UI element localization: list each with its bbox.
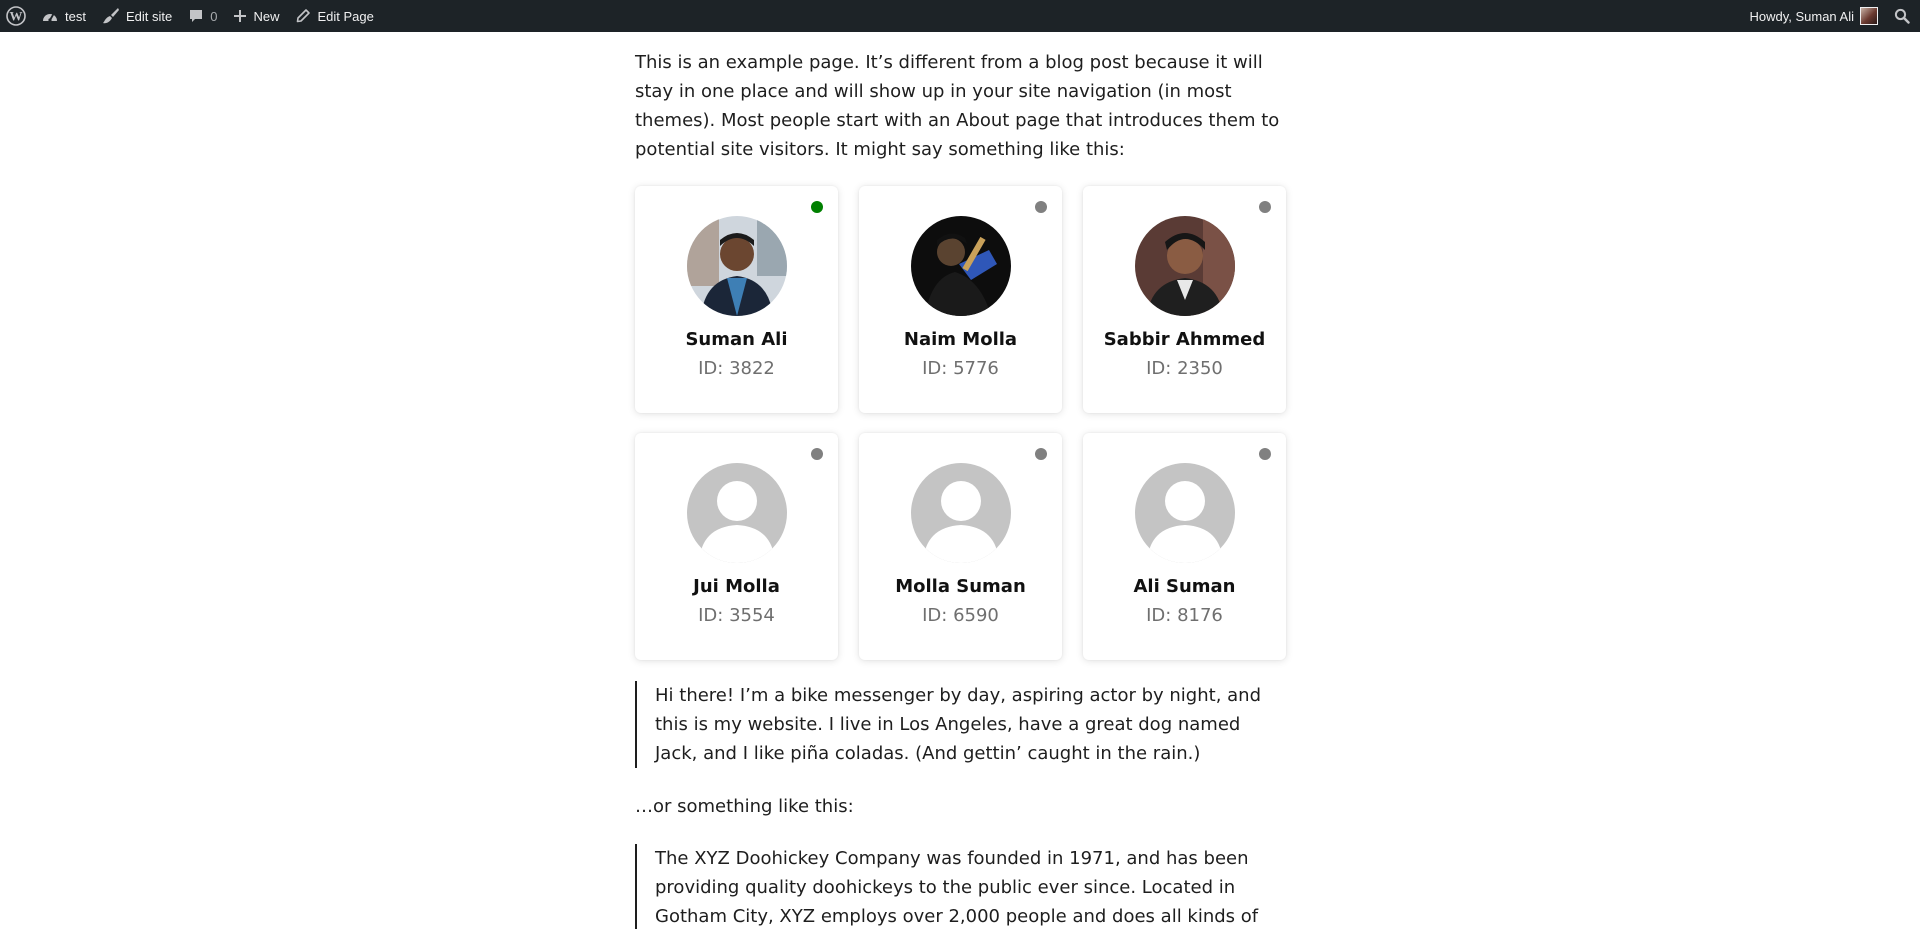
comments-button[interactable]: 0: [180, 0, 225, 32]
brush-icon: [102, 8, 119, 24]
user-id: ID: 2350: [1146, 358, 1223, 379]
intro-paragraph: This is an example page. It’s different …: [635, 52, 1280, 160]
status-dot: [1259, 448, 1271, 460]
status-dot: [1035, 448, 1047, 460]
person-placeholder-icon: [686, 463, 787, 563]
user-id: ID: 5776: [922, 358, 999, 379]
status-dot: [1035, 201, 1047, 213]
user-cards-grid: Suman Ali ID: 3822 Naim Molla ID: 5776 S…: [635, 186, 1286, 660]
new-label: New: [253, 8, 280, 24]
user-name: Suman Ali: [685, 329, 788, 350]
quote-block: Hi there! I’m a bike messenger by day, a…: [635, 681, 1285, 768]
person-placeholder-icon: [910, 463, 1011, 563]
search-button[interactable]: [1886, 0, 1920, 32]
user-avatar: [910, 216, 1011, 316]
wordpress-logo-icon: W: [6, 6, 26, 26]
pencil-icon: [297, 9, 311, 23]
user-card: Sabbir Ahmmed ID: 2350: [1083, 186, 1286, 413]
site-name-menu[interactable]: test: [33, 0, 94, 32]
user-name: Ali Suman: [1133, 576, 1236, 597]
account-avatar: [1860, 7, 1878, 25]
greeting-label: Howdy, Suman Ali: [1749, 8, 1854, 24]
page-content: This is an example page. It’s different …: [635, 32, 1286, 929]
plus-icon: [234, 10, 247, 22]
user-id: ID: 3822: [698, 358, 775, 379]
user-id: ID: 6590: [922, 605, 999, 626]
default-avatar: [910, 463, 1011, 563]
status-dot: [811, 448, 823, 460]
user-card: Naim Molla ID: 5776: [859, 186, 1062, 413]
user-card: Ali Suman ID: 8176: [1083, 433, 1286, 660]
user-card: Suman Ali ID: 3822: [635, 186, 838, 413]
edit-site-label: Edit site: [125, 8, 173, 24]
admin-bar: W test Edit site 0 New Edit Page Howdy, …: [0, 0, 1920, 32]
default-avatar: [1134, 463, 1235, 563]
edit-site-button[interactable]: Edit site: [94, 0, 180, 32]
quote-block: The XYZ Doohickey Company was founded in…: [635, 844, 1285, 929]
default-avatar: [686, 463, 787, 563]
edit-page-label: Edit Page: [317, 8, 374, 24]
admin-bar-right: Howdy, Suman Ali: [1741, 0, 1920, 32]
user-name: Molla Suman: [895, 576, 1026, 597]
user-name: Jui Molla: [693, 576, 780, 597]
search-icon: [1894, 8, 1910, 24]
user-card: Jui Molla ID: 3554: [635, 433, 838, 660]
comment-icon: [190, 10, 203, 22]
admin-bar-left: W test Edit site 0 New Edit Page: [0, 0, 382, 32]
user-avatar: [686, 216, 787, 316]
site-name-label: test: [65, 8, 86, 24]
user-card: Molla Suman ID: 6590: [859, 433, 1062, 660]
person-placeholder-icon: [1134, 463, 1235, 563]
status-dot: [811, 201, 823, 213]
user-id: ID: 3554: [698, 605, 775, 626]
quote-text: Hi there! I’m a bike messenger by day, a…: [655, 685, 1261, 764]
comments-count: 0: [210, 8, 218, 24]
edit-page-button[interactable]: Edit Page: [287, 0, 381, 32]
user-avatar: [1134, 216, 1235, 316]
user-id: ID: 8176: [1146, 605, 1223, 626]
status-dot: [1259, 201, 1271, 213]
quote-text: The XYZ Doohickey Company was founded in…: [655, 848, 1259, 927]
user-name: Sabbir Ahmmed: [1103, 329, 1266, 350]
user-name: Naim Molla: [903, 329, 1018, 350]
my-account-menu[interactable]: Howdy, Suman Ali: [1741, 0, 1886, 32]
between-paragraph: …or something like this:: [635, 796, 854, 817]
dashboard-icon: [43, 13, 57, 22]
svg-text:W: W: [10, 9, 23, 24]
wordpress-logo-menu[interactable]: W: [0, 0, 33, 32]
new-content-button[interactable]: New: [225, 0, 287, 32]
